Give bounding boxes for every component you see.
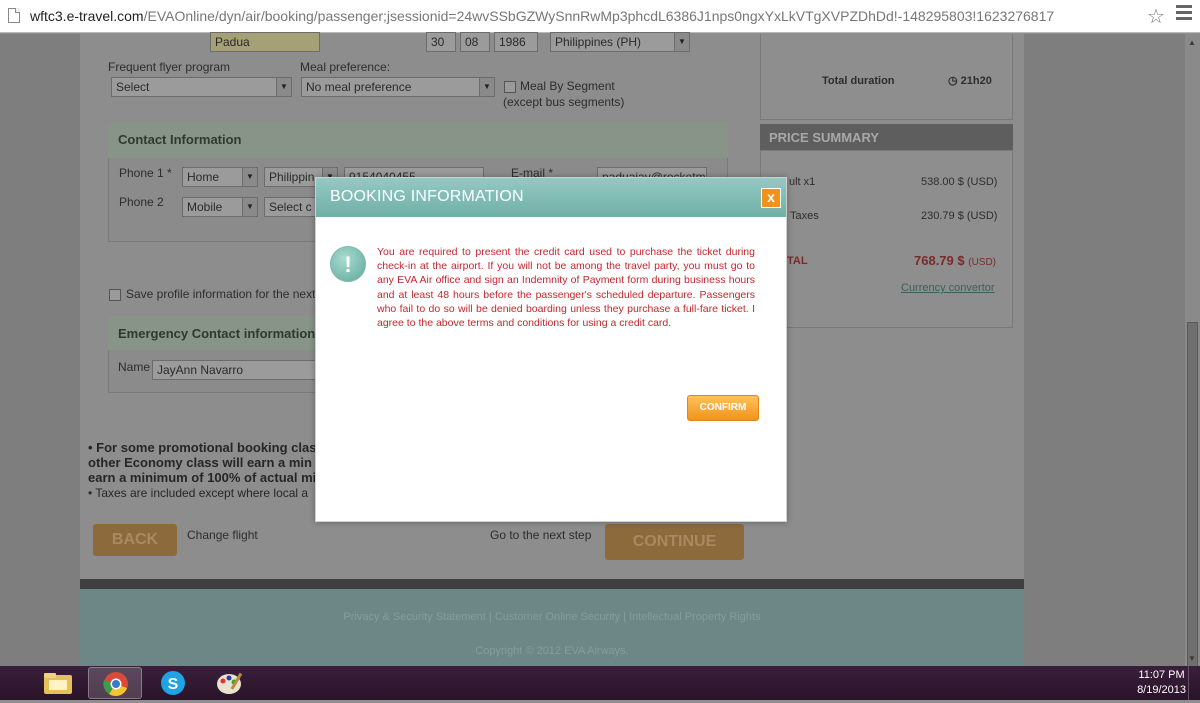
skype-icon[interactable]: S <box>146 667 200 699</box>
show-desktop-button[interactable] <box>1188 666 1200 700</box>
save-profile-label: Save profile information for the next <box>126 287 316 301</box>
scroll-down-icon[interactable]: ▼ <box>1188 654 1196 663</box>
page-icon <box>8 8 20 23</box>
meal-by-segment-note: (except bus segments) <box>503 95 625 109</box>
footer-links[interactable]: Privacy & Security Statement | Customer … <box>80 611 1024 623</box>
meal-by-segment-checkbox[interactable] <box>504 81 516 93</box>
nationality-select[interactable]: Philippines (PH) ▼ <box>550 32 690 52</box>
back-button[interactable]: BACK <box>93 524 177 556</box>
taxes-price: 230.79 $ (USD) <box>921 210 998 222</box>
frequent-flyer-select[interactable]: Select ▼ <box>111 77 292 97</box>
windows-taskbar: S 11:07 PM 8/19/2013 <box>0 666 1200 700</box>
clock-date: 8/19/2013 <box>1137 684 1186 696</box>
system-clock[interactable]: 11:07 PM 8/19/2013 <box>1137 668 1186 698</box>
frequent-flyer-label: Frequent flyer program <box>108 60 231 74</box>
promo-note-line2: other Economy class will earn a min <box>88 455 312 470</box>
taxes-label: Taxes <box>790 210 819 222</box>
footer-divider <box>80 579 1024 589</box>
meal-preference-value: No meal preference <box>306 80 412 94</box>
page-scrollbar[interactable]: ▲ ▼ <box>1185 34 1200 682</box>
svg-text:S: S <box>168 676 179 693</box>
modal-title: BOOKING INFORMATION <box>316 178 786 217</box>
file-explorer-icon[interactable] <box>32 667 86 699</box>
tax-note: • Taxes are included except where local … <box>88 486 309 500</box>
total-price-value: 768.79 $ <box>914 253 965 268</box>
modal-message: You are required to present the credit c… <box>377 246 755 330</box>
site-footer: Privacy & Security Statement | Customer … <box>80 589 1024 666</box>
browser-menu-icon[interactable] <box>1176 5 1192 23</box>
emergency-name-field[interactable]: JayAnn Navarro <box>152 360 322 380</box>
promo-note-line3: earn a minimum of 100% of actual mil <box>88 470 320 485</box>
last-name-field[interactable]: Padua <box>210 32 320 52</box>
adult-label: ult x1 <box>789 176 816 188</box>
phone1-label: Phone 1 * <box>119 166 172 180</box>
bookmark-star-icon[interactable]: ☆ <box>1147 4 1165 29</box>
close-icon[interactable]: x <box>761 188 781 208</box>
clock-icon: ◷ <box>948 75 961 87</box>
duration-value: ◷ 21h20 <box>948 74 992 87</box>
chevron-down-icon: ▼ <box>242 198 257 216</box>
nationality-value: Philippines (PH) <box>555 35 642 49</box>
phone2-label: Phone 2 <box>119 195 164 209</box>
continue-button[interactable]: CONTINUE <box>605 524 744 560</box>
total-price: 768.79 $ (USD) <box>914 253 996 268</box>
start-orb-icon[interactable] <box>0 667 12 699</box>
phone1-type-value: Home <box>187 170 220 184</box>
booking-information-modal: BOOKING INFORMATION x ! You are required… <box>315 177 787 522</box>
chevron-down-icon: ▼ <box>479 78 494 96</box>
change-flight-label: Change flight <box>187 528 258 542</box>
meal-by-segment-label: Meal By Segment <box>520 79 615 93</box>
promo-note-line1: • For some promotional booking clas <box>88 440 317 455</box>
scroll-up-icon[interactable]: ▲ <box>1188 38 1196 47</box>
chevron-down-icon: ▼ <box>674 33 689 51</box>
total-duration-value: 21h20 <box>960 75 992 87</box>
chevron-down-icon: ▼ <box>242 168 257 186</box>
dob-year-field[interactable]: 1986 <box>494 32 538 52</box>
confirm-button[interactable]: CONFIRM <box>687 395 759 421</box>
dob-month-field[interactable]: 08 <box>460 32 490 52</box>
chevron-down-icon: ▼ <box>276 78 291 96</box>
adult-price: 538.00 $ (USD) <box>921 176 998 188</box>
total-label: TAL <box>787 255 808 267</box>
currency-convertor-link[interactable]: Currency convertor <box>901 282 995 294</box>
phone1-type-select[interactable]: Home ▼ <box>182 167 258 187</box>
next-step-label: Go to the next step <box>490 528 592 542</box>
url-field[interactable]: wftc3.e-travel.com/EVAOnline/dyn/air/boo… <box>30 8 1054 24</box>
price-summary-header: PRICE SUMMARY <box>760 124 1013 150</box>
total-price-currency: (USD) <box>968 257 997 268</box>
browser-address-bar: wftc3.e-travel.com/EVAOnline/dyn/air/boo… <box>0 0 1200 33</box>
contact-header: Contact Information <box>108 122 728 158</box>
total-duration-label: Total duration <box>822 75 895 87</box>
scroll-thumb[interactable] <box>1187 322 1198 682</box>
emergency-name-label: Name <box>118 360 151 374</box>
phone2-type-select[interactable]: Mobile ▼ <box>182 197 258 217</box>
dob-day-field[interactable]: 30 <box>426 32 456 52</box>
save-profile-checkbox[interactable] <box>109 289 121 301</box>
chrome-icon[interactable] <box>88 667 142 699</box>
meal-preference-select[interactable]: No meal preference ▼ <box>301 77 495 97</box>
clock-time: 11:07 PM <box>1138 669 1185 681</box>
url-path: /EVAOnline/dyn/air/booking/passenger;jse… <box>143 8 1055 24</box>
phone2-type-value: Mobile <box>187 200 223 214</box>
alert-icon: ! <box>330 246 366 282</box>
paint-icon[interactable] <box>204 667 258 699</box>
meal-preference-label: Meal preference: <box>300 60 391 74</box>
frequent-flyer-value: Select <box>116 80 150 94</box>
url-host: wftc3.e-travel.com <box>30 8 144 24</box>
footer-copyright: Copyright © 2012 EVA Airways. <box>475 645 629 657</box>
phone1-country-value: Philippin <box>269 170 315 184</box>
